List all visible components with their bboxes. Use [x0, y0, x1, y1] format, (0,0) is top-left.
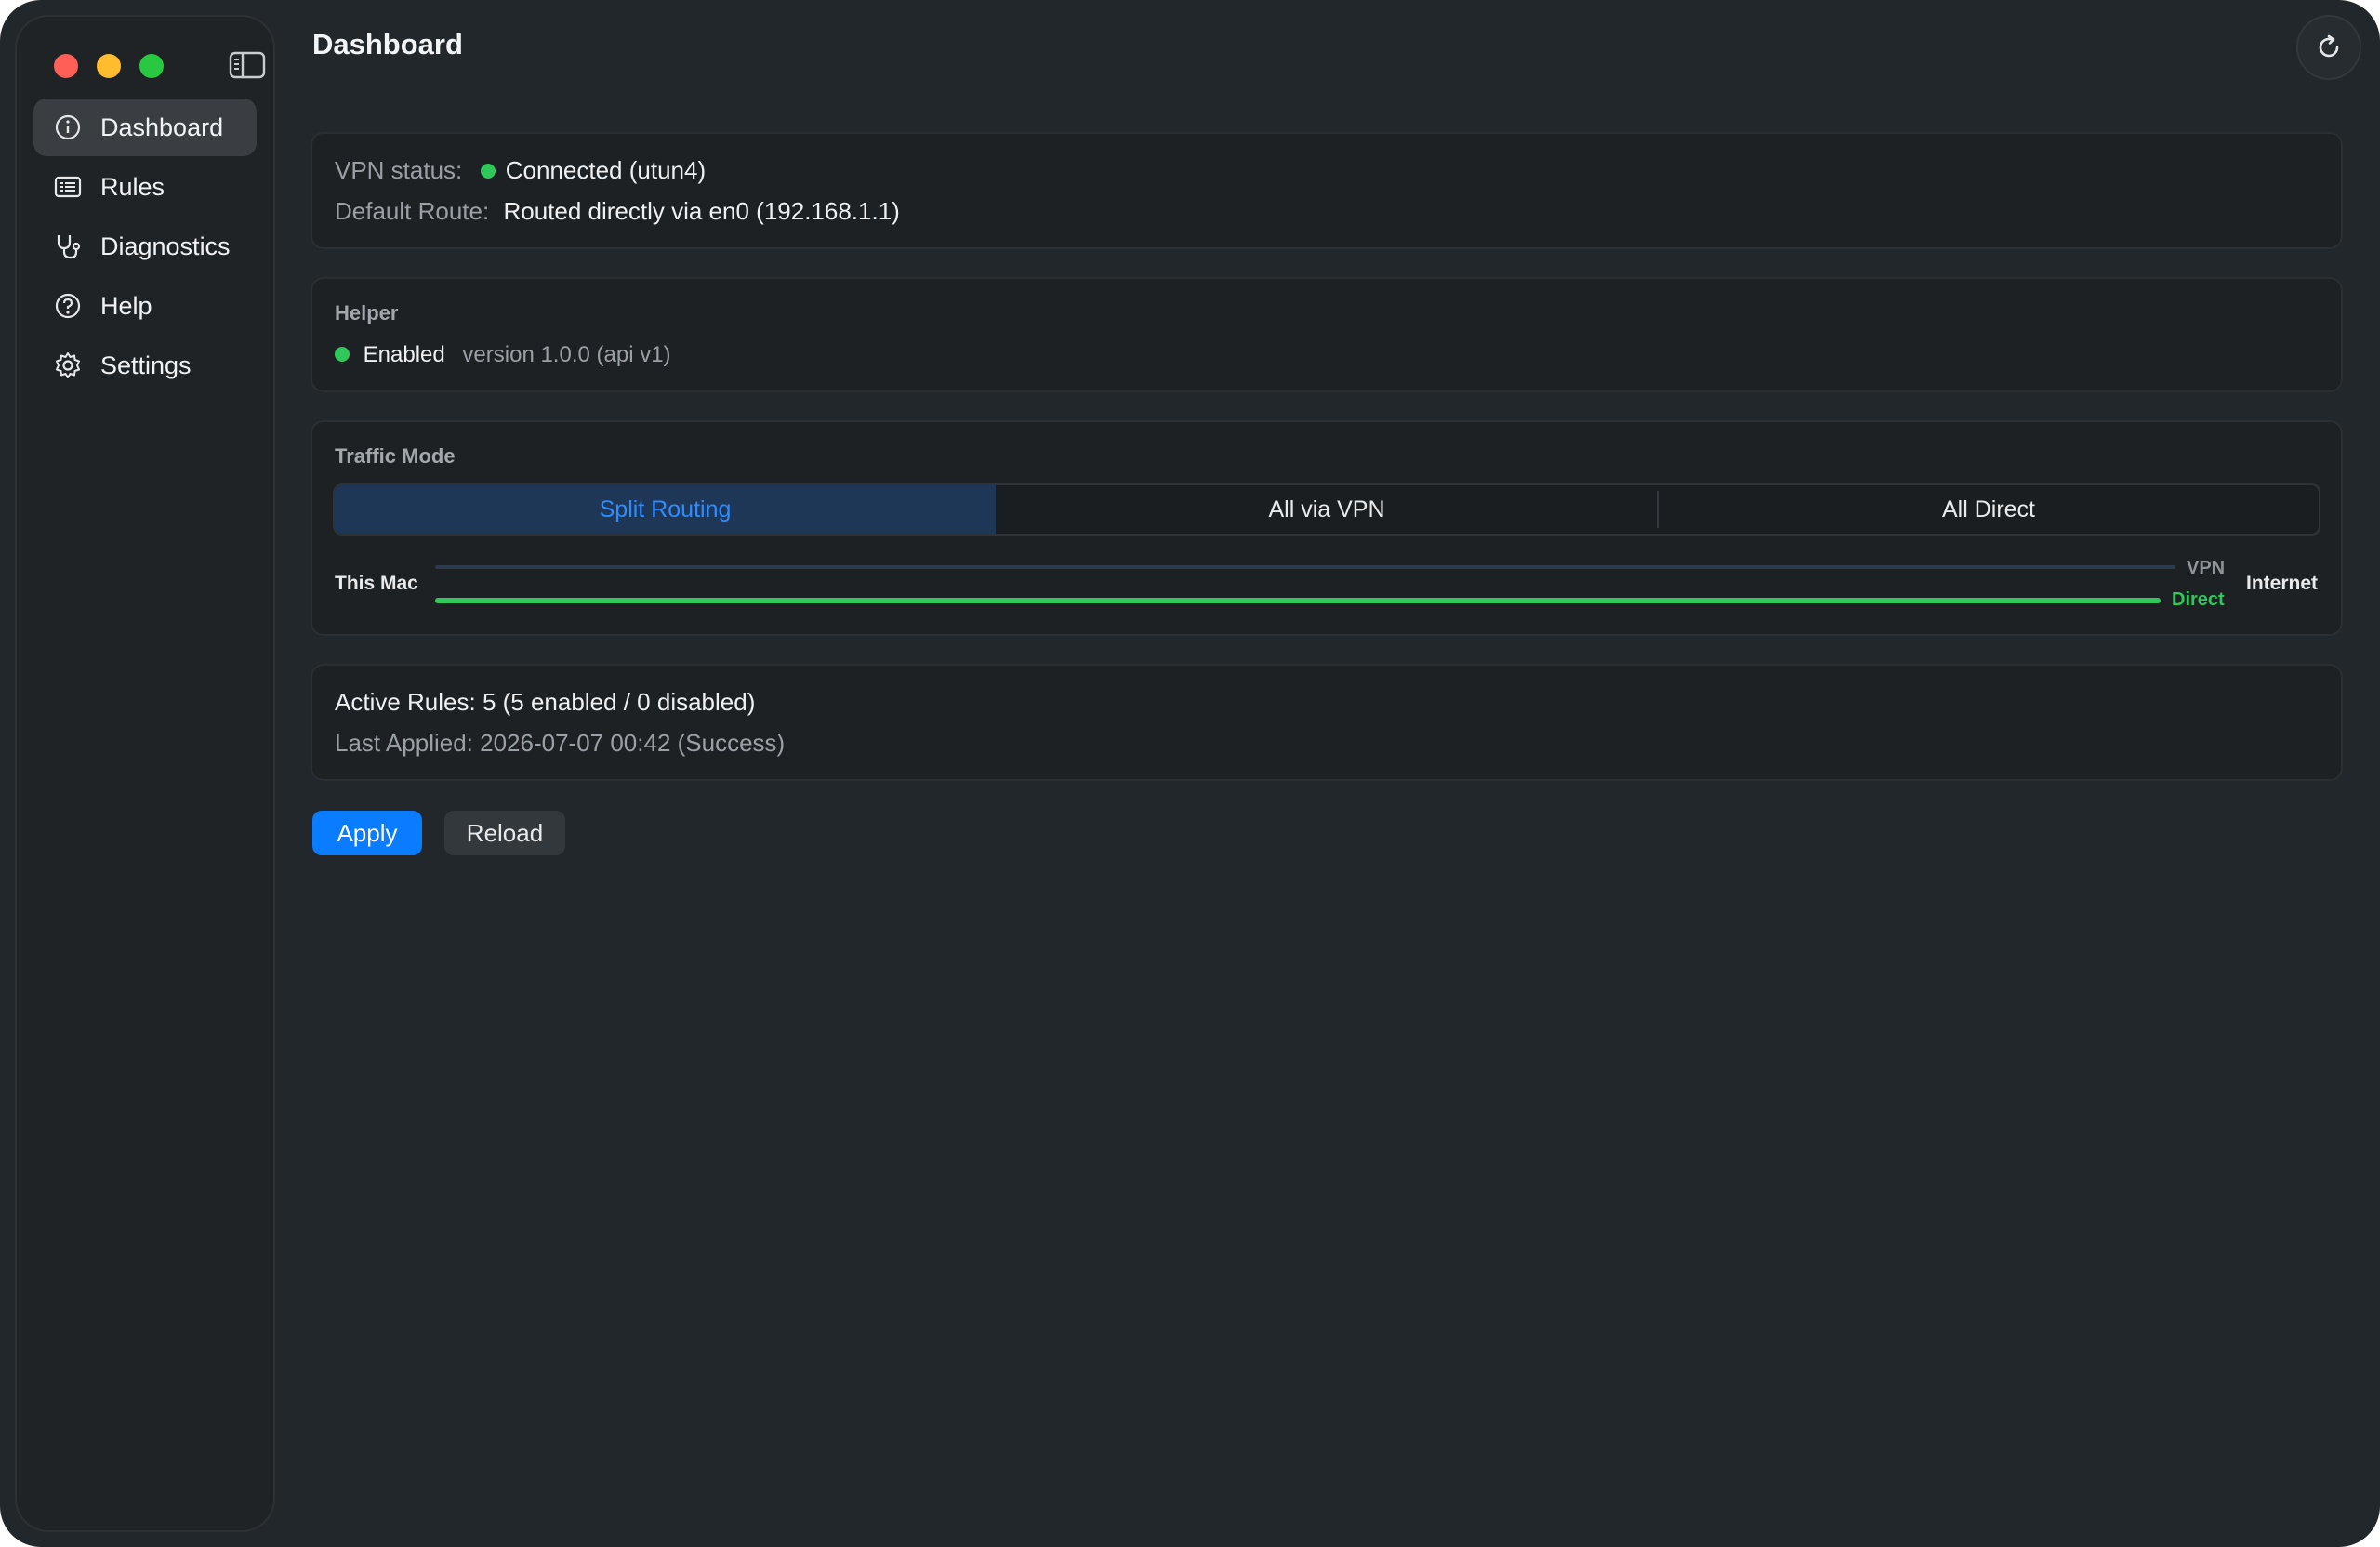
sidebar-item-diagnostics[interactable]: Diagnostics [33, 218, 257, 275]
vpn-status-indicator [480, 164, 496, 178]
helper-card: Helper Enabled version 1.0.0 (api v1) [312, 279, 2341, 390]
route-source-label: This Mac [335, 573, 418, 594]
sidebar: Dashboard Rules Diagnostics Help Setting… [17, 17, 273, 1530]
sidebar-item-dashboard[interactable]: Dashboard [33, 99, 257, 156]
helper-version: version 1.0.0 (api v1) [462, 342, 671, 367]
reload-button[interactable]: Reload [444, 811, 565, 855]
vpn-status-card: VPN status: Connected (utun4) Default Ro… [312, 134, 2341, 247]
default-route-value: Routed directly via en0 (192.168.1.1) [503, 197, 900, 225]
list-icon [54, 173, 82, 201]
direct-route-line [435, 598, 2161, 603]
segment-all-direct[interactable]: All Direct [1659, 485, 2319, 534]
sidebar-item-label: Help [100, 291, 152, 320]
refresh-button[interactable] [2298, 17, 2360, 78]
zoom-window-button[interactable] [139, 54, 164, 78]
close-window-button[interactable] [54, 54, 78, 78]
sidebar-toggle-icon[interactable] [229, 50, 266, 80]
sidebar-item-label: Dashboard [100, 112, 224, 141]
vpn-status-row: VPN status: Connected (utun4) [335, 156, 706, 185]
refresh-icon [2319, 34, 2339, 58]
page-title: Dashboard [312, 28, 463, 60]
helper-status-indicator [335, 347, 350, 362]
vpn-route-line [435, 565, 2175, 569]
route-destination-label: Internet [2246, 573, 2319, 594]
stethoscope-icon [54, 232, 82, 260]
helper-status-row: Enabled version 1.0.0 (api v1) [335, 342, 671, 368]
traffic-mode-card: Traffic Mode Split Routing All via VPN A… [312, 422, 2341, 634]
vpn-route-label: VPN [2187, 558, 2226, 578]
info-circle-icon [54, 113, 82, 141]
vpn-status-value: Connected (utun4) [505, 156, 707, 184]
direct-route-label: Direct [2172, 589, 2225, 610]
sidebar-item-help[interactable]: Help [33, 277, 257, 335]
gear-icon [54, 351, 82, 379]
question-circle-icon [54, 292, 82, 320]
minimize-window-button[interactable] [97, 54, 121, 78]
segment-split-routing[interactable]: Split Routing [335, 485, 996, 534]
default-route-row: Default Route: Routed directly via en0 (… [335, 197, 900, 226]
sidebar-item-label: Diagnostics [100, 231, 231, 260]
traffic-mode-title: Traffic Mode [335, 444, 456, 468]
segment-all-via-vpn[interactable]: All via VPN [997, 485, 1657, 534]
default-route-label: Default Route: [335, 197, 490, 225]
active-rules-summary: Active Rules: 5 (5 enabled / 0 disabled) [335, 688, 756, 716]
traffic-mode-segmented-control: Split Routing All via VPN All Direct [335, 485, 2319, 534]
sidebar-nav: Dashboard Rules Diagnostics Help Setting… [33, 99, 257, 396]
helper-title: Helper [335, 301, 399, 324]
apply-button[interactable]: Apply [312, 811, 422, 855]
sidebar-item-rules[interactable]: Rules [33, 158, 257, 216]
sidebar-item-label: Settings [100, 350, 192, 379]
helper-status: Enabled [363, 342, 445, 367]
app-window: Dashboard Rules Diagnostics Help Setting… [0, 0, 2380, 1547]
sidebar-item-label: Rules [100, 172, 165, 201]
rules-summary-card: Active Rules: 5 (5 enabled / 0 disabled)… [312, 666, 2341, 779]
vpn-status-label: VPN status: [335, 156, 463, 184]
sidebar-item-settings[interactable]: Settings [33, 337, 257, 394]
last-applied-summary: Last Applied: 2026-07-07 00:42 (Success) [335, 729, 786, 757]
